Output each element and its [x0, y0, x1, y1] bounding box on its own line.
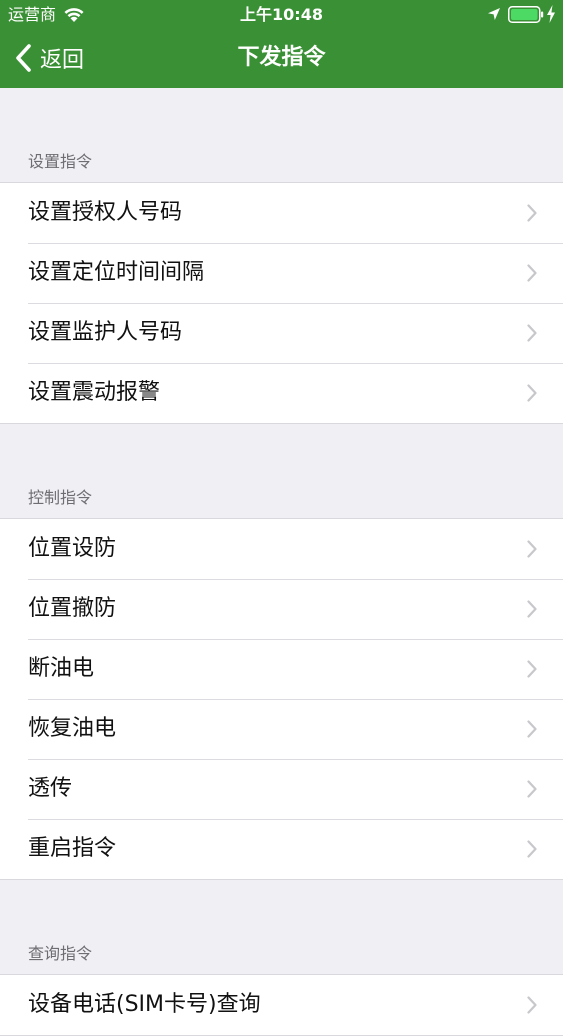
list-item-disarm[interactable]: 位置撤防	[0, 579, 563, 639]
navigation-bar: 返回 下发指令	[0, 30, 563, 88]
section-header-label: 控制指令	[28, 488, 93, 507]
list-item-set-vibration-alarm[interactable]: 设置震动报警	[0, 363, 563, 423]
location-arrow-icon	[488, 8, 500, 20]
chevron-right-icon	[527, 324, 537, 342]
list-item-set-location-interval[interactable]: 设置定位时间间隔	[0, 243, 563, 303]
chevron-right-icon	[527, 660, 537, 678]
chevron-right-icon	[527, 384, 537, 402]
control-command-group: 位置设防 位置撤防 断油电 恢复油电 透传 重启指令	[0, 518, 563, 880]
chevron-right-icon	[527, 840, 537, 858]
section-header-settings: 设置指令	[0, 88, 563, 182]
chevron-right-icon	[527, 540, 537, 558]
section-header-control: 控制指令	[0, 424, 563, 518]
chevron-right-icon	[527, 780, 537, 798]
list-item-label: 透传	[28, 776, 73, 801]
chevron-right-icon	[527, 204, 537, 222]
list-item-set-guardian-number[interactable]: 设置监护人号码	[0, 303, 563, 363]
settings-command-group: 设置授权人号码 设置定位时间间隔 设置监护人号码 设置震动报警	[0, 182, 563, 424]
list-item-label: 设备电话(SIM卡号)查询	[28, 992, 261, 1017]
section-header-label: 设置指令	[28, 152, 93, 171]
section-header-label: 查询指令	[28, 944, 93, 963]
top-bar: 运营商 上午10:48 返回 下发指令	[0, 0, 563, 88]
chevron-right-icon	[527, 264, 537, 282]
list-item-label: 位置设防	[28, 536, 117, 561]
status-bar: 运营商 上午10:48	[0, 0, 563, 30]
list-item-label: 位置撤防	[28, 596, 117, 621]
list-item-label: 重启指令	[28, 836, 117, 861]
list-item-reboot[interactable]: 重启指令	[0, 819, 563, 879]
section-header-query: 查询指令	[0, 880, 563, 974]
query-command-group: 设备电话(SIM卡号)查询	[0, 974, 563, 1036]
page-title: 下发指令	[237, 45, 326, 70]
list-item-label: 断油电	[28, 656, 95, 681]
list-item-arm[interactable]: 位置设防	[0, 519, 563, 579]
list-item-cut-fuel-power[interactable]: 断油电	[0, 639, 563, 699]
list-item-restore-fuel-power[interactable]: 恢复油电	[0, 699, 563, 759]
status-time: 上午10:48	[240, 5, 323, 24]
list-item-label: 设置授权人号码	[28, 200, 183, 225]
list-item-label: 恢复油电	[28, 716, 117, 741]
battery-icon	[508, 6, 544, 23]
list-item-passthrough[interactable]: 透传	[0, 759, 563, 819]
list-item-set-authorized-number[interactable]: 设置授权人号码	[0, 183, 563, 243]
list-item-label: 设置定位时间间隔	[28, 260, 205, 285]
charging-bolt-icon	[547, 5, 555, 23]
chevron-right-icon	[527, 600, 537, 618]
command-list: 设置指令 设置授权人号码 设置定位时间间隔 设置监护人号码 设置震动报警 控制指…	[0, 88, 563, 1036]
list-item-label: 设置监护人号码	[28, 320, 183, 345]
list-item-label: 设置震动报警	[28, 380, 161, 405]
chevron-right-icon	[527, 720, 537, 738]
chevron-right-icon	[527, 996, 537, 1014]
list-item-query-sim-number[interactable]: 设备电话(SIM卡号)查询	[0, 975, 563, 1035]
